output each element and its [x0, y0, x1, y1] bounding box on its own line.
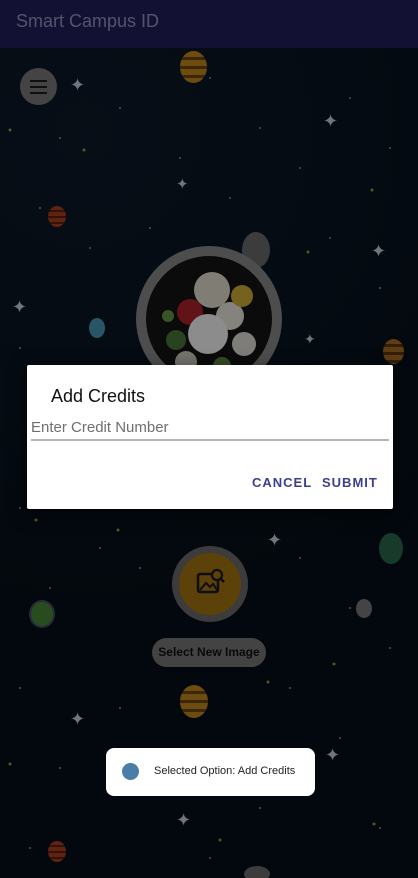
submit-button[interactable]: SUBMIT: [322, 475, 378, 490]
credit-number-input[interactable]: [31, 415, 389, 441]
app-icon: [122, 763, 139, 780]
planet-ringed: [31, 602, 53, 626]
star: ✦: [70, 75, 86, 95]
star: ✦: [304, 331, 316, 347]
star: ✦: [323, 111, 339, 131]
menu-button[interactable]: [20, 68, 57, 105]
toast-text: Selected Option: Add Credits: [154, 765, 296, 777]
toast-message: Selected Option: Add Credits: [106, 748, 315, 796]
planet-red: [48, 206, 66, 227]
planet-orange: [180, 51, 207, 83]
planet-orange-2: [383, 339, 404, 364]
star: ✦: [267, 530, 283, 550]
planet-blue: [89, 318, 105, 338]
planet-red-2: [48, 841, 66, 862]
select-new-image-button[interactable]: Select New Image: [152, 638, 266, 667]
add-credits-dialog: Add Credits CANCEL SUBMIT: [27, 365, 393, 509]
image-search-icon: [196, 568, 225, 594]
planet-grey: [356, 599, 372, 618]
menu-icon: [30, 80, 47, 82]
planet-moon-2: [244, 866, 270, 878]
app-title: Smart Campus ID: [16, 11, 160, 31]
menu-icon: [30, 92, 47, 94]
cancel-button[interactable]: CANCEL: [252, 475, 312, 490]
dialog-title: Add Credits: [51, 386, 146, 406]
select-image-fab[interactable]: [172, 546, 248, 622]
star: ✦: [325, 745, 341, 765]
flower-bouquet-image: [146, 256, 272, 382]
star: ✦: [70, 709, 86, 729]
fab-inner: [179, 553, 241, 615]
app-bar: Smart Campus ID: [0, 0, 418, 48]
star: ✦: [176, 810, 192, 830]
planet-orange-3: [180, 685, 208, 718]
planet-earth: [379, 533, 403, 564]
star: ✦: [371, 241, 387, 261]
menu-icon: [30, 86, 47, 88]
star: ✦: [12, 297, 28, 317]
star: ✦: [176, 176, 189, 193]
